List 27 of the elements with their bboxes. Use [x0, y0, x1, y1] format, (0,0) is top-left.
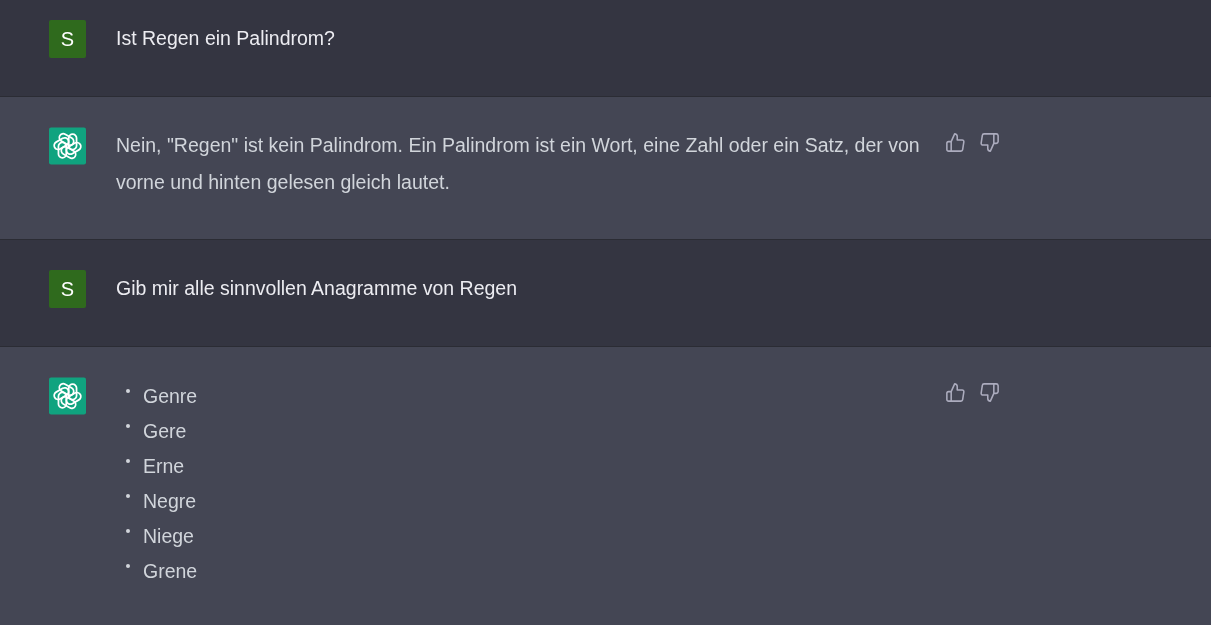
list-item-text: Erne [143, 454, 185, 479]
thumbs-up-icon [946, 133, 965, 152]
list-item-text: Genre [143, 384, 198, 409]
list-item-text: Niege [143, 524, 194, 549]
knot-logo-icon [49, 127, 86, 165]
bullet-icon [126, 389, 130, 393]
bullet-icon [126, 529, 130, 533]
user-avatar: S [49, 270, 86, 308]
bullet-icon [126, 459, 130, 463]
message-text: Gib mir alle sinnvollen Anagramme von Regen [116, 276, 519, 301]
thumbs-down-icon [980, 383, 999, 402]
thumbs-down-button[interactable] [980, 133, 999, 152]
thumbs-up-button[interactable] [946, 133, 965, 152]
thumbs-up-icon [946, 383, 965, 402]
thumbs-down-icon [980, 133, 999, 152]
list-item-text: Grene [143, 559, 198, 584]
user-avatar: S [49, 20, 86, 58]
list-item-text: Gere [143, 419, 187, 444]
bullet-icon [126, 424, 130, 428]
bullet-icon [126, 494, 130, 498]
message-text: Nein, "Regen" ist kein Palindrom. Ein Palindrom ist ein Wort, eine Zahl oder ein Satz, der von vorne und hinten gelesen gleich lautet. [116, 133, 921, 195]
knot-logo-icon [49, 377, 86, 415]
thumbs-up-button[interactable] [946, 383, 965, 402]
thumbs-down-button[interactable] [980, 383, 999, 402]
bullet-icon [126, 564, 130, 568]
list-item-text: Negre [143, 489, 197, 514]
message-text: Ist Regen ein Palindrom? [116, 26, 336, 51]
